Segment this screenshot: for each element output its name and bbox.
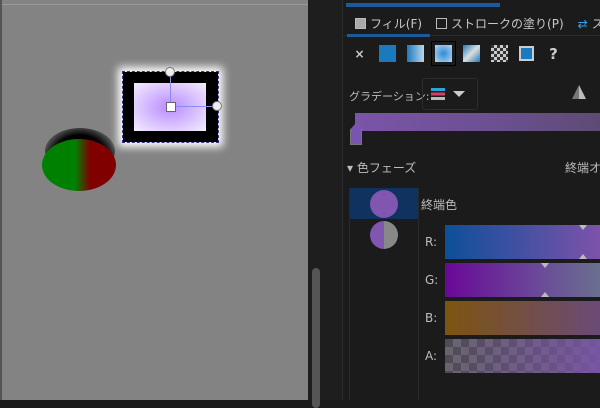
unset-icon[interactable]: ?: [545, 45, 562, 63]
channel-b-label: B:: [425, 311, 438, 325]
gradient-list-icon: [431, 88, 445, 100]
fill-stroke-panel: フィル(F) ストロークの塗り(P) ⇄ ス × ? グラデーション: ▾ 色フェ…: [342, 0, 600, 400]
fill-type-toolbar: × ?: [351, 41, 562, 66]
channel-a-label: A:: [425, 349, 438, 363]
color-phase-header[interactable]: ▾ 色フェーズ: [347, 159, 416, 176]
channel-g-slider[interactable]: [445, 263, 600, 297]
gradient-selector-dropdown[interactable]: [422, 78, 478, 110]
gradient-handle-right[interactable]: [212, 101, 222, 111]
stop-item-start[interactable]: [350, 219, 418, 250]
gradient-vector-vertical: [170, 72, 171, 106]
slider-marker-icon: [579, 254, 587, 259]
stroke-style-icon: ⇄: [577, 16, 588, 31]
flat-color-icon[interactable]: [379, 45, 396, 62]
reverse-gradient-icon[interactable]: [572, 85, 586, 99]
stop-color-swatch: [370, 189, 398, 218]
slider-marker-icon: [541, 263, 549, 268]
drawing-canvas[interactable]: [0, 0, 308, 400]
swatch-icon[interactable]: [519, 46, 534, 61]
fill-square-icon: [355, 18, 366, 29]
linear-gradient-icon[interactable]: [407, 45, 424, 62]
tab-label: ストロークの塗り(P): [451, 17, 564, 31]
gradient-label: グラデーション:: [349, 90, 430, 103]
ellipse-object[interactable]: [42, 139, 116, 191]
panel-tabs: フィル(F) ストロークの塗り(P) ⇄ ス: [343, 12, 600, 37]
radial-gradient-icon[interactable]: [431, 41, 456, 66]
gradient-handle-top[interactable]: [165, 67, 175, 77]
tab-label: フィル(F): [370, 17, 423, 31]
channel-g-label: G:: [425, 273, 439, 287]
selected-stop-label: 終端色: [421, 198, 458, 212]
channel-r-label: R:: [425, 235, 438, 249]
channel-b-slider[interactable]: [445, 301, 600, 335]
gradient-center-handle[interactable]: [166, 102, 176, 112]
no-paint-icon[interactable]: ×: [351, 45, 368, 62]
stop-list: [349, 188, 419, 400]
slider-marker-icon: [579, 225, 587, 230]
tab-stroke-paint[interactable]: ストロークの塗り(P): [436, 12, 564, 35]
channel-r-slider[interactable]: [445, 225, 600, 259]
page-border: [2, 4, 308, 5]
stop-item-end[interactable]: [350, 188, 418, 219]
mesh-gradient-icon[interactable]: [463, 45, 480, 62]
stop-color-swatch: [370, 220, 398, 249]
vertical-scrollbar[interactable]: [312, 268, 320, 408]
stroke-square-icon: [436, 18, 448, 29]
gradient-preview-bar[interactable]: [355, 113, 600, 131]
chevron-down-icon: [453, 91, 465, 97]
slider-marker-icon: [541, 292, 549, 297]
channel-a-slider[interactable]: [445, 339, 600, 373]
pattern-icon[interactable]: [491, 45, 508, 62]
end-option-label: 終端オ: [565, 161, 600, 175]
gradient-vector-horizontal: [171, 106, 218, 107]
tab-fill[interactable]: フィル(F): [346, 12, 431, 37]
panel-top-indicator: [346, 3, 500, 7]
tab-label: ス: [591, 17, 600, 31]
color-phase-label: 色フェーズ: [356, 161, 417, 175]
tab-stroke-style[interactable]: ⇄ ス: [578, 12, 600, 35]
